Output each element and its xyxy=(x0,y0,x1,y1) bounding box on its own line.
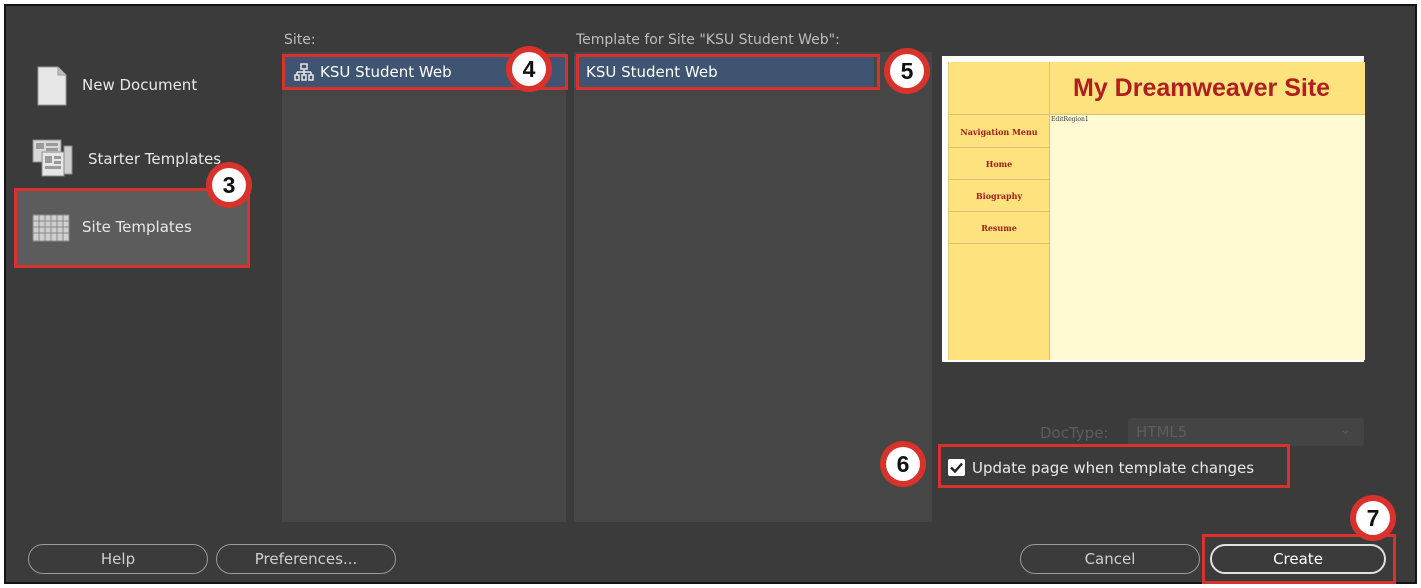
chevron-down-icon: ⌄ xyxy=(1340,423,1351,438)
preview-nav-item: Home xyxy=(949,148,1049,180)
doctype-select: HTML5 ⌄ xyxy=(1128,418,1364,446)
callout-4: 4 xyxy=(506,46,552,92)
callout-3: 3 xyxy=(206,162,252,208)
template-column-title: Template for Site "KSU Student Web": xyxy=(576,32,840,48)
site-column-title: Site: xyxy=(284,32,316,48)
preview-nav: Navigation Menu Home Biography Resume xyxy=(949,116,1049,244)
preferences-button[interactable]: Preferences... xyxy=(216,544,396,574)
preview-nav-item: Biography xyxy=(949,180,1049,212)
doctype-label: DocType: xyxy=(1040,424,1109,442)
site-list: KSU Student Web xyxy=(282,52,566,522)
callout-6: 6 xyxy=(880,441,926,487)
document-icon xyxy=(36,66,68,110)
preview-nav-item: Navigation Menu xyxy=(949,116,1049,148)
cancel-button[interactable]: Cancel xyxy=(1020,544,1200,574)
create-button-highlight xyxy=(1202,534,1396,584)
category-label: New Document xyxy=(82,76,198,94)
update-checkbox-highlight xyxy=(938,444,1290,488)
category-new-document[interactable]: New Document xyxy=(32,64,242,112)
template-list: KSU Student Web xyxy=(574,52,932,522)
doctype-value: HTML5 xyxy=(1136,423,1188,441)
starter-templates-icon xyxy=(32,138,74,182)
callout-7: 7 xyxy=(1350,495,1396,541)
callout-5: 5 xyxy=(884,48,930,94)
new-document-dialog: New Document Starter Templates Site Temp… xyxy=(4,4,1417,584)
preview-site-title: My Dreamweaver Site xyxy=(1073,74,1331,102)
preview-editable-region: EditRegion1 xyxy=(1051,116,1089,123)
template-preview: My Dreamweaver Site Navigation Menu Home… xyxy=(942,56,1365,362)
category-label: Starter Templates xyxy=(88,150,222,168)
help-button[interactable]: Help xyxy=(28,544,208,574)
preview-nav-item: Resume xyxy=(949,212,1049,244)
preview-header-divider xyxy=(1049,62,1050,114)
template-item-highlight xyxy=(576,54,880,90)
preview-page: My Dreamweaver Site Navigation Menu Home… xyxy=(948,62,1365,360)
